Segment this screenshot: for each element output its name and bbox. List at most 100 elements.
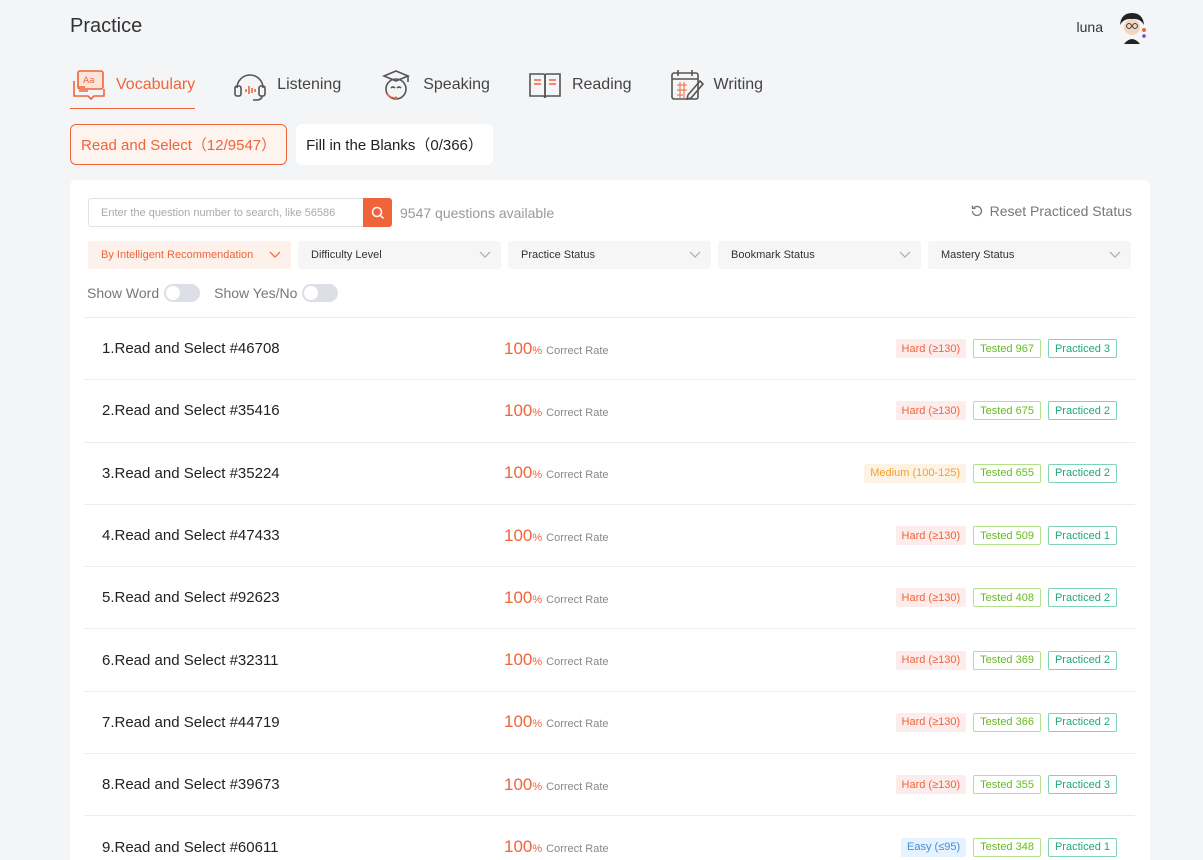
practiced-count-tag: Practiced 1 [1047,837,1117,857]
tab-label: Vocabulary [116,76,196,93]
reset-practiced-button[interactable]: Reset Practiced Status [970,203,1132,219]
question-row[interactable]: 5.Read and Select #92623 100 % Correct R… [84,567,1135,630]
question-title: 8.Read and Select #39673 [102,776,280,794]
correct-rate-value: 100 [504,774,533,794]
filter-bookmark-status[interactable]: Bookmark Status [718,241,921,269]
filter-label: Bookmark Status [731,249,815,261]
question-row[interactable]: 9.Read and Select #60611 100 % Correct R… [84,816,1135,860]
question-panel: 9547 questions available Reset Practiced… [70,180,1150,860]
question-title: 6.Read and Select #32311 [102,651,279,669]
question-row[interactable]: 1.Read and Select #46708 100 % Correct R… [84,318,1135,381]
difficulty-tag: Hard (≥130) [895,526,967,546]
correct-rate-label: Correct Rate [546,780,609,793]
vocabulary-book-icon: Aa [70,65,108,105]
show-word-toggle[interactable] [164,284,201,302]
filter-difficulty[interactable]: Difficulty Level [298,241,501,269]
tab-speaking[interactable]: Speaking [377,62,490,108]
practiced-count-tag: Practiced 2 [1047,650,1117,670]
question-title: 5.Read and Select #92623 [102,589,280,607]
correct-rate-value: 100 [504,463,533,483]
filter-practice-status[interactable]: Practice Status [508,241,711,269]
correct-rate: 100 % Correct Rate [504,526,609,546]
question-title: 2.Read and Select #35416 [102,402,280,420]
question-tags: Hard (≥130) Tested 408 Practiced 2 [895,588,1117,608]
correct-rate-label: Correct Rate [546,406,609,419]
correct-rate-value: 100 [504,587,533,607]
practiced-count-tag: Practiced 2 [1047,401,1117,421]
display-toggles: Show Word Show Yes/No [87,284,352,302]
open-book-icon [526,65,564,105]
correct-rate-value: 100 [504,650,533,670]
user-menu[interactable]: luna [1077,8,1151,46]
sub-tabs: Read and Select（12/9547） Fill in the Bla… [70,124,493,165]
correct-rate-value: 100 [504,338,533,358]
correct-rate-label: Correct Rate [546,344,609,357]
chevron-down-icon [689,251,701,258]
correct-rate: 100 % Correct Rate [504,401,609,421]
tab-label: Writing [713,76,764,93]
svg-text:Aa: Aa [83,76,95,86]
correct-rate-label: Correct Rate [546,531,609,544]
graduate-speaking-icon [377,65,415,105]
question-title: 9.Read and Select #60611 [102,838,279,856]
question-tags: Hard (≥130) Tested 355 Practiced 3 [895,775,1117,795]
show-word-label: Show Word [87,285,160,301]
correct-rate-label: Correct Rate [546,656,609,669]
correct-rate-label: Correct Rate [546,469,609,482]
correct-rate-label: Correct Rate [546,718,609,731]
filter-label: Practice Status [521,249,595,261]
filter-label: Difficulty Level [311,249,382,261]
filter-recommendation[interactable]: By Intelligent Recommendation [88,241,291,269]
question-tags: Hard (≥130) Tested 509 Practiced 1 [895,526,1117,546]
correct-rate: 100 % Correct Rate [504,650,609,670]
percent-sign: % [532,593,543,606]
tab-listening[interactable]: Listening [231,62,341,108]
filter-label: Mastery Status [941,249,1015,261]
question-row[interactable]: 4.Read and Select #47433 100 % Correct R… [84,505,1135,568]
question-row[interactable]: 7.Read and Select #44719 100 % Correct R… [84,692,1135,755]
correct-rate-value: 100 [504,837,533,857]
search-input[interactable] [88,198,363,227]
filter-label: By Intelligent Recommendation [101,249,254,261]
search-bar: 9547 questions available [88,198,554,227]
search-button[interactable] [363,198,392,227]
correct-rate-value: 100 [504,400,533,420]
tested-count-tag: Tested 655 [973,463,1041,483]
correct-rate: 100 % Correct Rate [504,837,609,857]
tab-vocabulary[interactable]: Aa Vocabulary [70,62,196,109]
question-title: 3.Read and Select #35224 [102,464,280,482]
percent-sign: % [532,656,543,669]
reset-icon [971,205,982,217]
question-title: 1.Read and Select #46708 [102,340,280,358]
practiced-count-tag: Practiced 3 [1047,339,1117,359]
correct-rate-value: 100 [504,525,533,545]
tested-count-tag: Tested 348 [973,837,1041,857]
question-row[interactable]: 2.Read and Select #35416 100 % Correct R… [84,380,1135,443]
tested-count-tag: Tested 509 [973,526,1041,546]
subtab-fill-in-the-blanks[interactable]: Fill in the Blanks（0/366） [296,124,493,165]
question-row[interactable]: 6.Read and Select #32311 100 % Correct R… [84,629,1135,692]
filter-mastery-status[interactable]: Mastery Status [928,241,1131,269]
tab-label: Listening [277,76,342,93]
difficulty-tag: Hard (≥130) [895,401,967,421]
question-row[interactable]: 3.Read and Select #35224 100 % Correct R… [84,443,1135,505]
percent-sign: % [532,843,543,856]
tested-count-tag: Tested 675 [973,401,1041,421]
tab-reading[interactable]: Reading [526,62,632,108]
practiced-count-tag: Practiced 2 [1047,712,1117,732]
questions-available: 9547 questions available [400,204,555,221]
correct-rate: 100 % Correct Rate [504,339,609,359]
avatar[interactable] [1113,8,1151,46]
correct-rate-label: Correct Rate [546,843,609,856]
question-tags: Hard (≥130) Tested 967 Practiced 3 [895,339,1117,359]
question-row[interactable]: 8.Read and Select #39673 100 % Correct R… [84,754,1135,817]
percent-sign: % [532,780,543,793]
percent-sign: % [532,406,543,419]
chevron-down-icon [269,251,281,258]
calendar-pen-icon [668,65,706,105]
show-yes-no-toggle[interactable] [302,284,339,302]
subtab-read-and-select[interactable]: Read and Select（12/9547） [70,124,288,165]
practiced-count-tag: Practiced 1 [1047,526,1117,546]
chevron-down-icon [1109,251,1121,258]
tab-writing[interactable]: Writing [668,62,764,108]
